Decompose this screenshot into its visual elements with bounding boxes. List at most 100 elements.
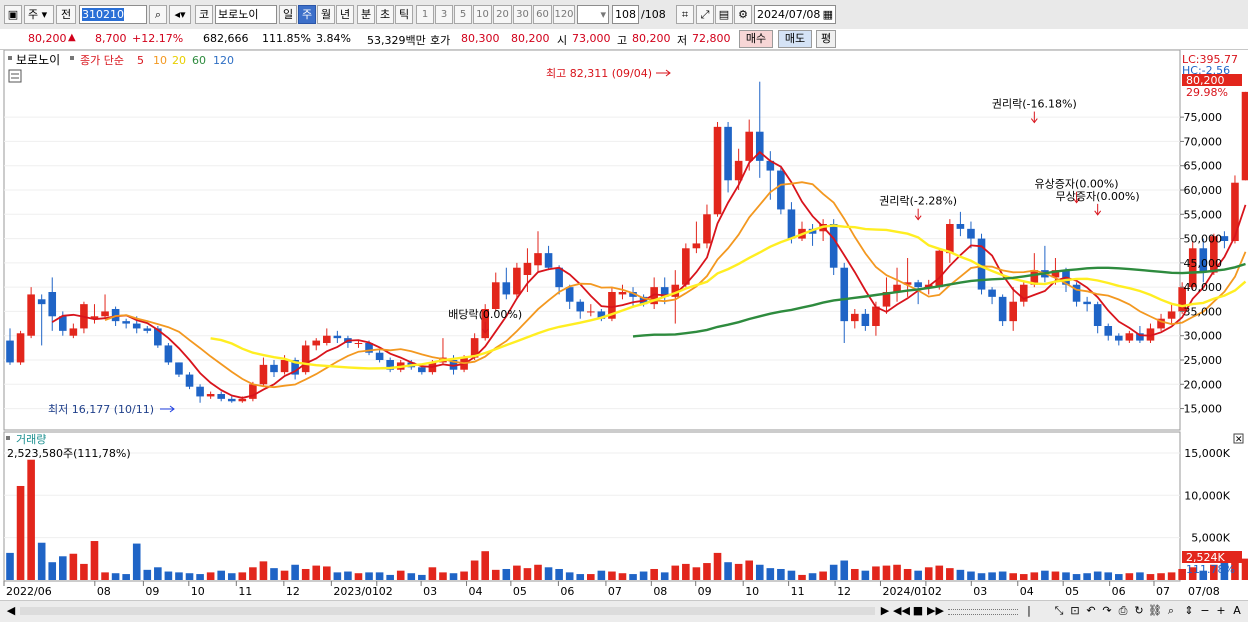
interval-custom-select[interactable]: ▾ [577, 5, 609, 24]
volume-panel[interactable] [3, 431, 1181, 582]
period-tab-day[interactable]: 일 [279, 5, 297, 24]
price-tick-label: 55,000 [1184, 208, 1223, 221]
refresh-icon[interactable]: ↻ [1132, 603, 1146, 619]
candle-body [618, 292, 627, 295]
volume-bar [988, 572, 996, 580]
date-tick-label: 02 [379, 585, 393, 598]
zoom-slider[interactable] [948, 609, 1018, 615]
volume-bar [872, 566, 880, 580]
price-tick-label: 20,000 [1184, 378, 1223, 391]
save-icon[interactable]: ▤ [715, 5, 733, 24]
auto-scale-icon[interactable]: A [1230, 603, 1244, 619]
play-icon[interactable]: ▶ [878, 603, 892, 619]
buy-button[interactable]: 매수 [739, 30, 773, 48]
legend-bullet [8, 56, 12, 60]
zoom-in-icon[interactable]: + [1214, 603, 1228, 619]
prev-button[interactable]: 전 [56, 5, 76, 24]
magnifier-icon[interactable]: ⌕ [1164, 603, 1178, 619]
speaker-icon[interactable]: ◂▾ [169, 5, 191, 24]
volume-bar [407, 573, 416, 580]
volume-bar [90, 541, 99, 580]
period-tab-second[interactable]: 초 [376, 5, 394, 24]
count-input[interactable]: 108 [612, 5, 639, 24]
calendar-icon[interactable]: ▦ [823, 6, 833, 23]
candle-body [565, 287, 574, 302]
zoom-box-icon[interactable]: ⊡ [1068, 603, 1082, 619]
interval-10[interactable]: 10 [473, 5, 492, 24]
candle-body [587, 311, 595, 313]
volume-bar [608, 571, 616, 580]
window-icon[interactable]: ▣ [4, 5, 22, 24]
candle-body [312, 340, 321, 346]
interval-30[interactable]: 30 [513, 5, 532, 24]
rewind-icon[interactable]: ◀◀ [893, 603, 910, 619]
scroll-left-icon[interactable]: ◀ [4, 603, 18, 619]
legend-bullet [70, 56, 74, 60]
draw-tool-icon[interactable]: ⤢ [696, 5, 714, 24]
fast-forward-icon[interactable]: ▶▶ [927, 603, 944, 619]
redo-icon[interactable]: ↷ [1100, 603, 1114, 619]
candle-body [1167, 311, 1176, 319]
date-tick-label: 11 [791, 585, 805, 598]
interval-20[interactable]: 20 [493, 5, 512, 24]
turnover-rate: 3.84% [316, 32, 351, 45]
pan-icon[interactable]: ⇕ [1182, 603, 1196, 619]
table-toggle-icon[interactable] [8, 69, 22, 83]
candle-body [513, 267, 521, 295]
price-change-rate: +12.17% [132, 32, 184, 45]
zoom-fit-icon[interactable]: ⤡ [1052, 603, 1066, 619]
stop-icon[interactable]: ■ [910, 603, 926, 619]
sell-button[interactable]: 매도 [778, 30, 812, 48]
interval-3[interactable]: 3 [435, 5, 453, 24]
volume-bar [1062, 572, 1070, 580]
volume-bar [946, 568, 954, 580]
price-tick-label: 40,000 [1184, 281, 1223, 294]
candle-body [914, 282, 922, 288]
candle-body [164, 345, 173, 363]
candle-body [555, 267, 563, 288]
chart-type-select[interactable]: 주 ▾ [24, 5, 54, 24]
volume-bar [270, 568, 278, 580]
print-icon[interactable]: ⎙ [1116, 603, 1130, 619]
eval-button[interactable]: 평 [816, 30, 836, 48]
volume-bar [1157, 573, 1165, 580]
interval-60[interactable]: 60 [533, 5, 552, 24]
candle-body [354, 343, 363, 344]
volume-bar [734, 563, 743, 580]
horizontal-scrollbar[interactable] [20, 607, 875, 615]
interval-1[interactable]: 1 [416, 5, 434, 24]
period-tab-week[interactable]: 주 [298, 5, 316, 24]
search-icon[interactable]: ⌕ [149, 5, 167, 24]
volume-bar [840, 560, 849, 580]
chart-area[interactable]: 15,000 20,000 25,000 30,000 35,000 40,000 45,0… [0, 49, 1248, 621]
volume-bar [724, 562, 732, 580]
link-icon[interactable]: ⛓ [1148, 603, 1162, 619]
stock-name-field[interactable]: 보로노이 [215, 5, 277, 24]
crosshair-icon[interactable]: ⌗ [676, 5, 694, 24]
low-price: 72,800 [692, 32, 731, 45]
period-tab-year[interactable]: 년 [336, 5, 354, 24]
candle-body [851, 313, 859, 322]
period-tab-tick[interactable]: 틱 [395, 5, 413, 24]
interval-5[interactable]: 5 [454, 5, 472, 24]
candle-body [16, 333, 25, 363]
volume-bar [491, 569, 500, 580]
slider-handle-icon[interactable]: | [1022, 603, 1036, 619]
candle-body [132, 323, 141, 329]
stock-code-input[interactable]: 310210 [79, 5, 147, 24]
date-input[interactable]: 2024/07/08 ▦ [754, 5, 836, 24]
gear-icon[interactable]: ⚙ [734, 5, 752, 24]
current-price: 80,200 [28, 32, 67, 45]
event-label: 권리락(-16.18%) [992, 98, 1077, 111]
stock-chart[interactable]: 15,000 20,000 25,000 30,000 35,000 40,000 45,0… [0, 49, 1248, 600]
volume-legend-bullet [6, 436, 10, 440]
interval-120[interactable]: 120 [553, 5, 575, 24]
volume-bar [544, 567, 553, 580]
candle-body [69, 328, 78, 336]
highest-price-annotation: 최고 82,311 (09/04) [546, 67, 652, 80]
period-tab-minute[interactable]: 분 [357, 5, 375, 24]
period-tab-month[interactable]: 월 [317, 5, 335, 24]
zoom-out-icon[interactable]: − [1198, 603, 1212, 619]
undo-icon[interactable]: ↶ [1084, 603, 1098, 619]
volume-bar [1104, 572, 1113, 580]
